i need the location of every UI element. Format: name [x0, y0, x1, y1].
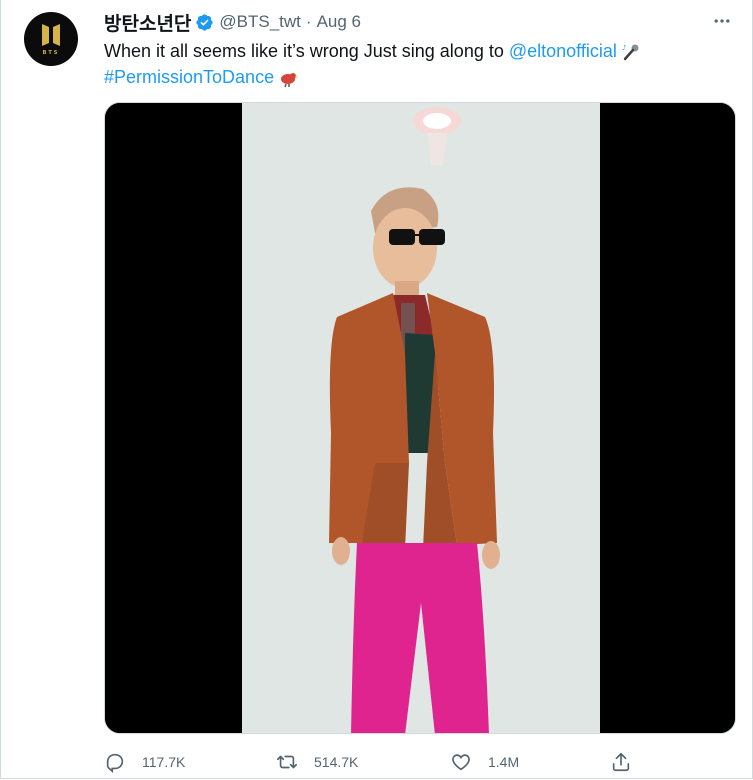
- avatar[interactable]: BTS: [24, 12, 78, 66]
- author-name[interactable]: 방탄소년단: [104, 9, 191, 36]
- retweet-count: 514.7K: [314, 754, 359, 770]
- like-count: 1.4M: [488, 754, 520, 770]
- svg-text:♪: ♪: [622, 44, 626, 52]
- author-handle[interactable]: @BTS_twt: [219, 12, 301, 32]
- tweet-text-body: When it all seems like it’s wrong Just s…: [104, 41, 509, 61]
- more-options-button[interactable]: [707, 6, 737, 36]
- tweet-text: When it all seems like it’s wrong Just s…: [104, 38, 724, 90]
- tweet-actions: 117.7K 514.7K 1.4M: [104, 748, 644, 776]
- tweet-header: 방탄소년단 @BTS_twt · Aug 6: [104, 9, 733, 36]
- verified-badge-icon: [196, 13, 214, 31]
- tweet-date[interactable]: Aug 6: [317, 12, 361, 32]
- video-frame: [105, 103, 735, 733]
- retweet-icon: [277, 755, 297, 769]
- hashtag-link[interactable]: #PermissionToDance: [104, 67, 274, 87]
- like-icon: [452, 754, 470, 771]
- header-separator: ·: [305, 12, 312, 31]
- reply-icon: [106, 753, 124, 773]
- more-options-icon: [714, 19, 730, 23]
- mention-link[interactable]: @eltonofficial: [509, 41, 617, 61]
- like-button[interactable]: 1.4M: [450, 748, 519, 776]
- bts-logo-icon: [42, 24, 60, 46]
- bird-emoji-icon: [281, 73, 299, 88]
- microphone-icon: ♪: [622, 44, 639, 61]
- reply-count: 117.7K: [142, 754, 186, 770]
- share-button[interactable]: [610, 748, 632, 776]
- retweet-button[interactable]: 514.7K: [276, 748, 358, 776]
- reply-button[interactable]: 117.7K: [104, 748, 185, 776]
- tweet-video[interactable]: [104, 102, 736, 734]
- share-icon: [612, 752, 630, 772]
- avatar-label: BTS: [42, 50, 60, 56]
